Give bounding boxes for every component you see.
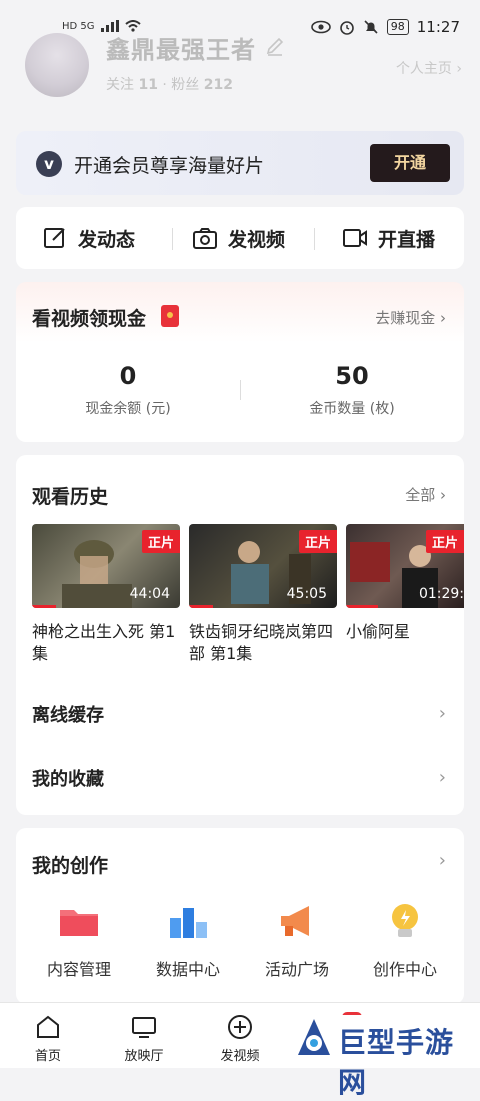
post-video-label: 发视频 <box>228 228 286 251</box>
go-live-label: 开直播 <box>378 228 436 251</box>
status-right: 98 11:27 <box>310 18 460 36</box>
activity-plaza-label: 活动广场 <box>264 960 329 979</box>
watermark-logo-icon <box>298 1019 330 1055</box>
offline-cache-label: 离线缓存 <box>32 705 104 726</box>
favorites-row[interactable]: 我的收藏 › <box>16 753 464 803</box>
edit-icon <box>44 228 65 248</box>
plus-circle-icon <box>228 1015 252 1039</box>
chevron-right-icon[interactable]: › <box>439 850 446 871</box>
homepage-link[interactable]: 个人主页 › <box>396 58 462 78</box>
follow-stats: 关注 11 · 粉丝 212 <box>106 77 233 93</box>
creator-center-button[interactable]: 创作中心 <box>360 902 450 980</box>
camera-icon <box>193 228 217 249</box>
cash-balance-label: 现金余额 (元) <box>85 401 171 417</box>
quick-actions: 发动态 发视频 开直播 <box>16 207 464 269</box>
chevron-right-icon: › <box>438 767 446 788</box>
earn-cash-link[interactable]: 去赚现金 › <box>375 307 446 328</box>
watch-history-card: 观看历史 全部 › 正片 44:04 神枪之出生入死 第1集 正片 45:05 … <box>16 455 464 815</box>
tab-post-video[interactable]: 发视频 <box>200 1013 280 1064</box>
watch-progress <box>346 605 378 608</box>
history-title: 观看历史 <box>32 486 109 508</box>
my-creation-card: 我的创作 › 内容管理 数据中心 活动广场 创作中心 <box>16 828 464 1004</box>
coin-count-value: 50 <box>335 362 369 390</box>
content-management-label: 内容管理 <box>46 960 111 979</box>
vip-logo-icon: v <box>36 151 62 177</box>
avatar[interactable] <box>25 33 89 97</box>
clock: 11:27 <box>416 18 460 36</box>
tv-icon <box>132 1017 156 1038</box>
tab-post-video-label: 发视频 <box>220 1049 260 1064</box>
edit-name-icon[interactable] <box>264 35 286 57</box>
duration-label: 44:04 <box>129 586 170 602</box>
history-thumbnail[interactable]: 正片 45:05 <box>189 524 337 608</box>
eye-icon <box>310 20 331 34</box>
video-camera-icon <box>343 229 367 247</box>
network-label: HD 5G <box>62 20 95 32</box>
megaphone-icon <box>281 906 309 936</box>
red-packet-icon <box>161 305 179 327</box>
username[interactable]: 鑫鼎最强王者 <box>106 30 256 65</box>
full-episode-tag: 正片 <box>298 530 337 553</box>
follow-count[interactable]: 11 <box>138 77 157 93</box>
content-management-button[interactable]: 内容管理 <box>34 902 124 980</box>
full-episode-tag: 正片 <box>425 530 464 553</box>
duration-label: 01:29: <box>418 586 464 602</box>
fans-count[interactable]: 212 <box>204 77 233 93</box>
watermark-text: 巨型手游网 <box>338 1026 455 1099</box>
cash-balance-value: 0 <box>119 362 137 390</box>
folder-icon <box>60 910 98 936</box>
vip-open-button[interactable]: 开通 <box>370 144 450 182</box>
chevron-right-icon: › <box>438 703 446 724</box>
vip-text: 开通会员尊享海量好片 <box>74 155 265 177</box>
creator-center-label: 创作中心 <box>372 960 437 979</box>
home-icon <box>37 1015 59 1038</box>
duration-label: 45:05 <box>286 586 327 602</box>
divider <box>314 228 315 250</box>
tab-theater-label: 放映厅 <box>124 1049 164 1064</box>
vip-banner[interactable]: v 开通会员尊享海量好片 开通 <box>16 131 464 195</box>
history-all-link[interactable]: 全部 › <box>405 484 446 505</box>
post-status-button[interactable]: 发动态 <box>42 207 135 269</box>
follow-label[interactable]: 关注 <box>106 77 134 93</box>
tab-theater[interactable]: 放映厅 <box>104 1013 184 1064</box>
favorites-label: 我的收藏 <box>32 769 104 790</box>
post-video-button[interactable]: 发视频 <box>192 207 285 269</box>
go-live-button[interactable]: 开直播 <box>342 207 435 269</box>
tab-home-label: 首页 <box>34 1049 61 1064</box>
chart-icon <box>170 908 207 938</box>
cash-title: 看视频领现金 <box>32 308 147 330</box>
cash-reward-card: 看视频领现金 去赚现金 › 0 现金余额 (元) 50 金币数量 (枚) <box>16 282 464 442</box>
history-item-title[interactable]: 神枪之出生入死 第1集 <box>32 621 180 665</box>
mute-bell-icon <box>364 20 378 34</box>
coin-count[interactable]: 50 金币数量 (枚) <box>240 362 464 418</box>
history-item-title[interactable]: 铁齿铜牙纪晓岚第四部 第1集 <box>189 621 337 665</box>
post-status-label: 发动态 <box>78 228 136 251</box>
activity-plaza-button[interactable]: 活动广场 <box>252 902 342 980</box>
lightbulb-icon <box>392 904 418 937</box>
fans-label[interactable]: 粉丝 <box>171 77 199 93</box>
site-watermark: 巨型手游网 <box>288 1015 480 1099</box>
alarm-icon <box>339 21 354 35</box>
history-thumbnail[interactable]: 正片 01:29: <box>346 524 464 608</box>
offline-cache-row[interactable]: 离线缓存 › <box>16 689 464 739</box>
cash-balance[interactable]: 0 现金余额 (元) <box>16 362 240 418</box>
watch-progress <box>189 605 213 608</box>
history-thumbnail[interactable]: 正片 44:04 <box>32 524 180 608</box>
full-episode-tag: 正片 <box>141 530 180 553</box>
coin-count-label: 金币数量 (枚) <box>309 401 395 417</box>
battery-indicator: 98 <box>386 19 409 35</box>
watch-progress <box>32 605 56 608</box>
tab-home[interactable]: 首页 <box>8 1013 88 1064</box>
history-item-title[interactable]: 小偷阿星 <box>346 621 464 643</box>
creation-title[interactable]: 我的创作 <box>32 851 108 878</box>
data-center-label: 数据中心 <box>155 960 220 979</box>
data-center-button[interactable]: 数据中心 <box>143 902 233 980</box>
divider <box>172 228 173 250</box>
